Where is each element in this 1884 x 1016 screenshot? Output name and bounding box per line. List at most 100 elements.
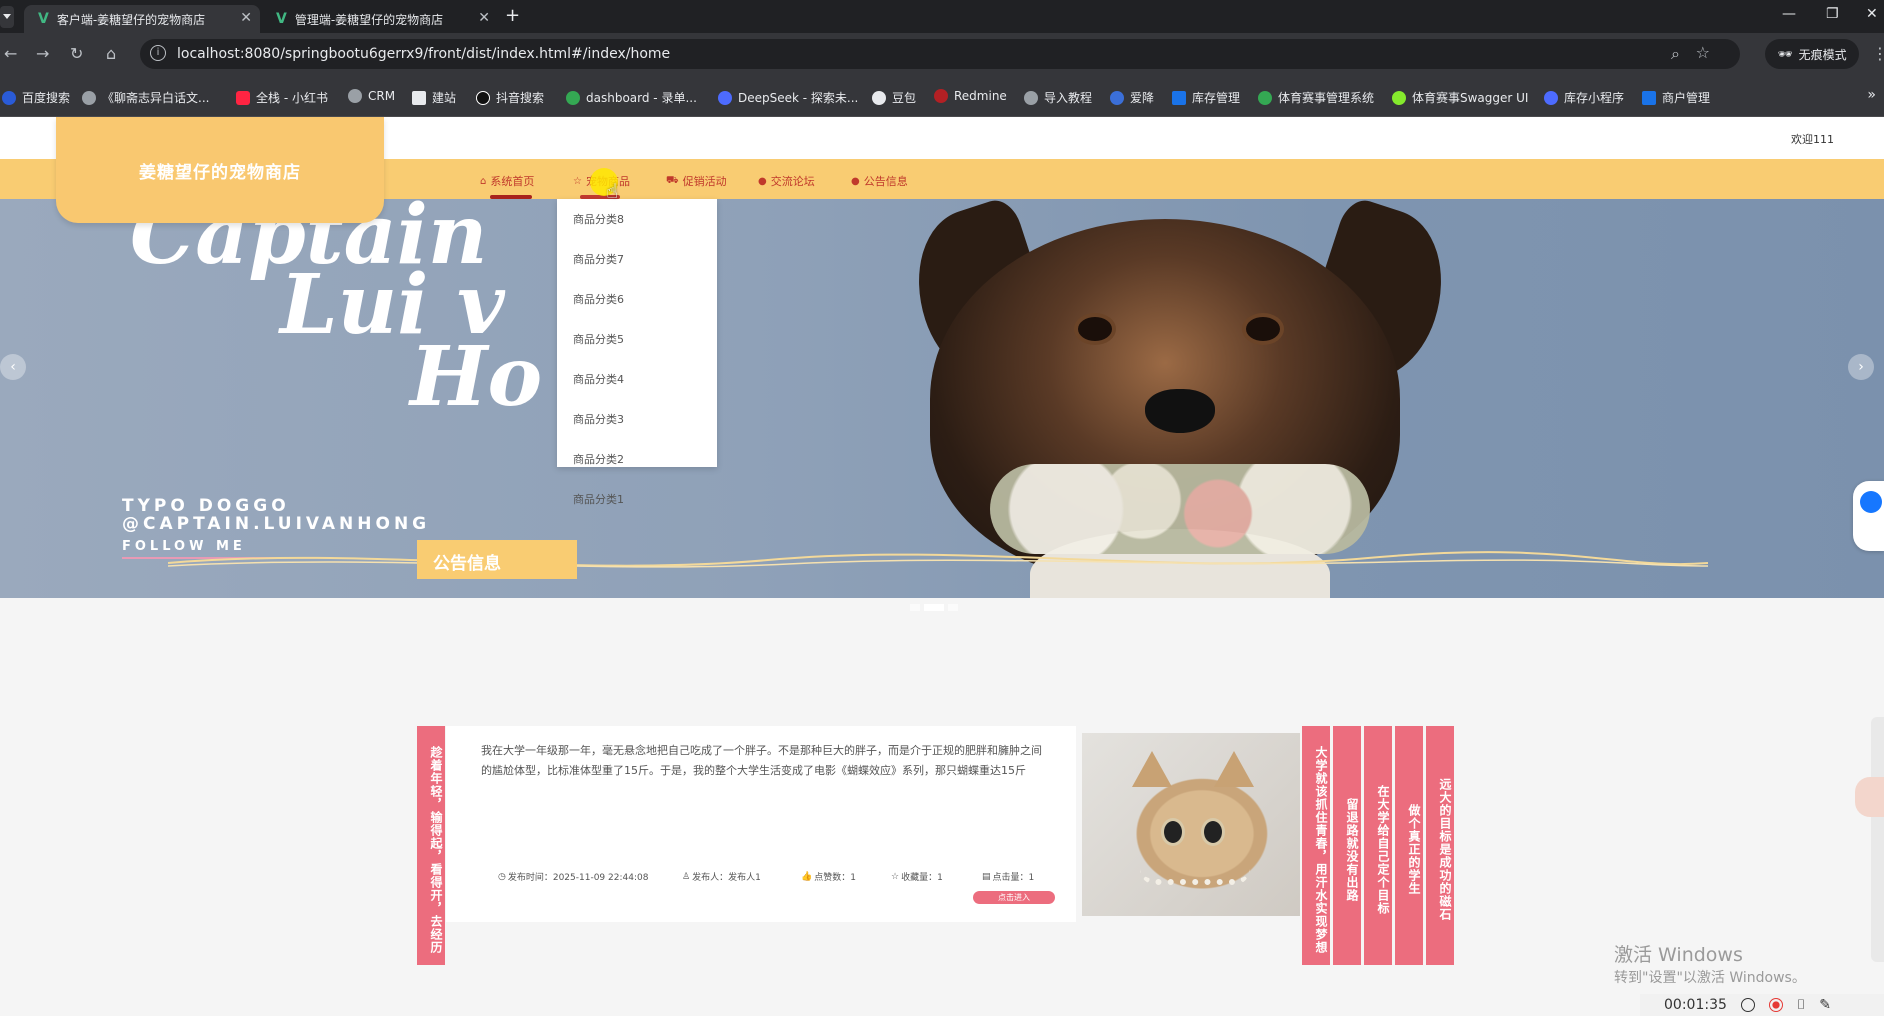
browser-tab-bar: V 客户端-姜糖望仔的宠物商店 ✕ V 管理端-姜糖望仔的宠物商店 ✕ + — … [0,0,1884,33]
camera-icon[interactable]: ⌷ [1797,997,1805,1013]
carousel-dot-active[interactable] [924,604,944,611]
pearl-necklace [1140,869,1250,885]
bookmark-item[interactable]: 导入教程 [1024,89,1092,106]
site-logo[interactable]: 姜糖望仔的宠物商店 [56,117,384,223]
bookmark-item[interactable]: 建站 [412,89,456,106]
restore-icon[interactable]: ❐ [1826,6,1839,22]
close-tab-icon[interactable]: ✕ [478,10,490,26]
tab-search-button[interactable] [0,6,14,28]
leaf-icon [566,90,580,105]
bookmark-item[interactable]: 《聊斋志异白话文... [82,89,209,106]
bookmark-item[interactable]: 商户管理 [1642,89,1710,106]
site-logo-text: 姜糖望仔的宠物商店 [139,162,301,183]
welcome-text[interactable]: 欢迎111 [1791,131,1834,147]
product-category-dropdown: 商品分类8 商品分类7 商品分类6 商品分类5 商品分类4 商品分类3 商品分类… [557,199,717,506]
right-slogan-bar[interactable]: 远大的目标是成功的磁石 [1426,726,1454,965]
assistant-avatar[interactable] [1855,777,1884,817]
carousel-prev-icon[interactable]: ‹ [0,354,26,380]
close-tab-icon[interactable]: ✕ [240,10,252,26]
dropdown-item[interactable]: 商品分类5 [573,331,624,347]
bookmark-item[interactable]: DeepSeek - 探索未... [718,89,858,106]
bookmark-item[interactable]: 库存管理 [1172,89,1240,106]
home-icon[interactable]: ⌂ [106,44,116,63]
floating-side-widget[interactable] [1853,481,1884,551]
right-slogan-bar[interactable]: 大学就该抓住青春，用汗水实现梦想 [1302,726,1330,965]
app-icon [1172,90,1186,105]
banner-carousel[interactable]: Captain Lui v Ho TYPO DOGGO @CAPTAIN.LUI… [0,199,1884,598]
nav-item-forum[interactable]: ● 交流论坛 [758,173,815,189]
bookmark-item[interactable]: 百度搜索 [2,89,70,106]
stop-record-icon[interactable] [1768,998,1783,1012]
browser-tab-client[interactable]: V 客户端-姜糖望仔的宠物商店 ✕ [24,5,260,33]
section-title-notices: 公告信息 [417,540,577,579]
record-timer: 00:01:35 [1664,997,1727,1013]
notice-publisher: ♙ 发布人：发布人1 [682,871,761,884]
browser-menu-icon[interactable]: ⋮ [1872,44,1884,63]
bookmark-item[interactable]: Redmine [934,89,1007,103]
bookmark-item[interactable]: 全栈 - 小红书 [236,89,328,106]
bookmark-item[interactable]: 体育赛事Swagger UI [1392,89,1528,106]
dropdown-item[interactable]: 商品分类7 [573,251,624,267]
bookmark-item[interactable]: 豆包 [872,89,916,106]
notice-body: 我在大学一年级那一年，毫无悬念地把自己吃成了一个胖子。不是那种巨大的胖子，而是介… [481,744,1042,777]
xiaohongshu-icon [236,90,250,105]
dropdown-item[interactable]: 商品分类3 [573,411,624,427]
dropdown-item[interactable]: 商品分类8 [573,211,624,227]
notice-card[interactable]: 我在大学一年级那一年，毫无悬念地把自己吃成了一个胖子。不是那种巨大的胖子，而是介… [446,726,1076,922]
globe-icon [348,89,362,103]
cat-ear [1214,751,1254,787]
bookmark-star-icon[interactable]: ☆ [1696,43,1710,62]
dropdown-item[interactable]: 商品分类2 [573,451,624,467]
incognito-label: 无痕模式 [1798,47,1847,62]
left-slogan-bar: 趁着年轻，输得起，看得开，去经历 [417,726,445,965]
section-decoration-wave [168,551,1708,568]
bookmark-item[interactable]: 抖音搜索 [476,89,544,106]
shield-icon [1110,90,1124,105]
bookmark-item[interactable]: 爱降 [1110,89,1154,106]
nav-item-home[interactable]: ⌂ 系统首页 [480,173,534,189]
dropdown-item[interactable]: 商品分类1 [573,491,624,507]
enter-button[interactable]: 点击进入 [973,891,1055,904]
new-tab-icon[interactable]: + [505,5,520,26]
nav-item-notices[interactable]: ● 公告信息 [851,173,908,189]
tab-title: 管理端-姜糖望仔的宠物商店 [294,12,444,27]
carousel-dot[interactable] [910,604,920,611]
zoom-icon[interactable]: ⌕ [1671,44,1680,64]
right-slogan-bar[interactable]: 在大学给自己定个目标 [1364,726,1392,965]
bookmarks-overflow-icon[interactable]: » [1867,87,1876,103]
forward-icon[interactable]: → [36,44,49,63]
minimize-icon[interactable]: — [1782,6,1796,22]
carousel-dot[interactable] [948,604,958,611]
bookmark-item[interactable]: CRM [348,89,395,103]
browser-tab-admin[interactable]: V 管理端-姜糖望仔的宠物商店 ✕ [262,5,498,33]
address-bar[interactable]: i localhost:8080/springbootu6gerrx9/fron… [140,39,1740,69]
thumb-up-icon: 👍 [801,871,813,882]
bag-icon: ⛟ [666,174,679,186]
dropdown-item[interactable]: 商品分类4 [573,371,624,387]
side-toolbar[interactable] [1871,717,1884,962]
bookmark-item[interactable]: 库存小程序 [1544,89,1624,106]
reload-icon[interactable]: ↻ [70,44,83,63]
bookmark-item[interactable]: dashboard - 录单... [566,89,697,106]
notice-publish-time: ◷ 发布时间：2025-11-09 22:44:08 [498,871,649,884]
right-slogan-bar[interactable]: 做个真正的学生 [1395,726,1423,965]
carousel-next-icon[interactable]: › [1848,354,1874,380]
right-slogan-bar[interactable]: 留退路就没有出路 [1333,726,1361,965]
bookmark-item[interactable]: 体育赛事管理系统 [1258,89,1374,106]
nav-item-promotions[interactable]: ⛟ 促销活动 [666,173,727,189]
close-window-icon[interactable]: ✕ [1866,6,1878,22]
cat-eye [1204,821,1222,843]
back-icon[interactable]: ← [4,44,17,63]
notice-favorites: ☆ 收藏量：1 [891,871,943,884]
globe-icon [1024,90,1038,105]
pause-icon[interactable] [1740,998,1755,1012]
star-icon: ☆ [891,871,900,882]
incognito-badge[interactable]: 🕶 无痕模式 [1765,39,1859,69]
app-icon [1642,90,1656,105]
dropdown-item[interactable]: 商品分类6 [573,291,624,307]
redmine-icon [934,89,948,103]
site-info-icon[interactable]: i [150,45,166,61]
pen-icon[interactable]: ✎ [1819,997,1831,1013]
bookmarks-bar: 百度搜索 《聊斋志异白话文... 全栈 - 小红书 CRM 建站 抖音搜索 da… [0,75,1884,117]
notice-cat-image[interactable] [1082,733,1300,916]
